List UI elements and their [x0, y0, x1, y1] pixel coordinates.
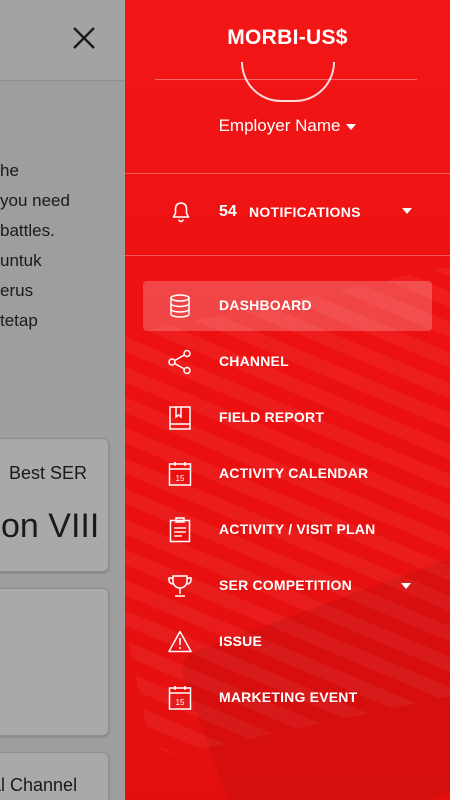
database-icon	[170, 294, 190, 318]
app-title: MORBI-US$	[227, 26, 348, 49]
background-text-line: you need	[0, 191, 70, 210]
menu-item-field-report[interactable]: FIELD REPORT	[143, 393, 432, 443]
menu-item-dashboard[interactable]: DASHBOARD	[143, 281, 432, 331]
menu-item-activity-visit-plan[interactable]: ACTIVITY / VISIT PLAN	[143, 505, 432, 555]
trophy-icon	[168, 575, 192, 597]
menu-label: CHANNEL	[219, 353, 289, 369]
menu-item-channel[interactable]: CHANNEL	[143, 337, 432, 387]
calendar-icon: 15	[168, 686, 192, 710]
divider	[125, 173, 450, 174]
menu-label: ISSUE	[219, 633, 263, 649]
chevron-down-icon	[402, 208, 412, 214]
menu-item-ser-competition[interactable]: SER COMPETITION	[143, 561, 432, 611]
menu-label: FIELD REPORT	[219, 409, 325, 425]
warning-icon	[168, 630, 192, 653]
menu-label: SER COMPETITION	[219, 577, 352, 593]
background-page: he you need battles. untuk erus tetap Be…	[0, 0, 125, 800]
menu-label: MARKETING EVENT	[219, 689, 358, 705]
calendar-icon: 15	[168, 462, 192, 486]
avatar[interactable]	[241, 62, 335, 102]
calendar-day: 15	[176, 474, 185, 483]
divider	[125, 255, 450, 256]
background-text-line: erus	[0, 281, 34, 300]
notifications-row[interactable]: 54 NOTIFICATIONS	[125, 190, 450, 234]
background-text-line: tetap	[0, 311, 38, 330]
background-text-line: battles.	[0, 221, 55, 240]
close-icon[interactable]	[70, 24, 98, 52]
share-icon	[168, 349, 191, 375]
calendar-day: 15	[176, 698, 185, 707]
menu-item-marketing-event[interactable]: 15 MARKETING EVENT	[143, 673, 432, 723]
bell-icon	[172, 202, 190, 223]
menu-label: ACTIVITY / VISIT PLAN	[219, 521, 376, 537]
navigation-drawer: MORBI-US$ Employer Name 54 NOTIFICATIONS…	[125, 0, 450, 800]
background-card	[0, 588, 109, 736]
notification-count: 54	[219, 203, 237, 220]
menu-item-issue[interactable]: ISSUE	[143, 617, 432, 667]
background-text-line: untuk	[0, 251, 42, 270]
chevron-down-icon	[346, 123, 357, 130]
card-title: Best SER	[9, 463, 88, 483]
background-paragraph: he you need battles. untuk erus tetap	[0, 156, 125, 336]
card-value: on VIII	[1, 507, 100, 545]
book-icon	[169, 406, 191, 430]
menu-label: DASHBOARD	[219, 297, 312, 313]
menu-item-activity-calendar[interactable]: 15 ACTIVITY CALENDAR	[143, 449, 432, 499]
menu-label: ACTIVITY CALENDAR	[219, 465, 369, 481]
background-text-line: he	[0, 161, 19, 180]
chevron-down-icon	[401, 583, 411, 589]
card-title: al Channel	[0, 775, 78, 795]
employer-selector[interactable]: Employer Name	[125, 116, 450, 136]
background-card-best-ser: Best SER on VIII	[0, 438, 109, 572]
clipboard-icon	[169, 517, 191, 543]
employer-name: Employer Name	[218, 116, 341, 135]
background-card-channel: al Channel	[0, 752, 109, 800]
background-top-bar	[0, 0, 125, 81]
notification-label: NOTIFICATIONS	[249, 204, 361, 220]
